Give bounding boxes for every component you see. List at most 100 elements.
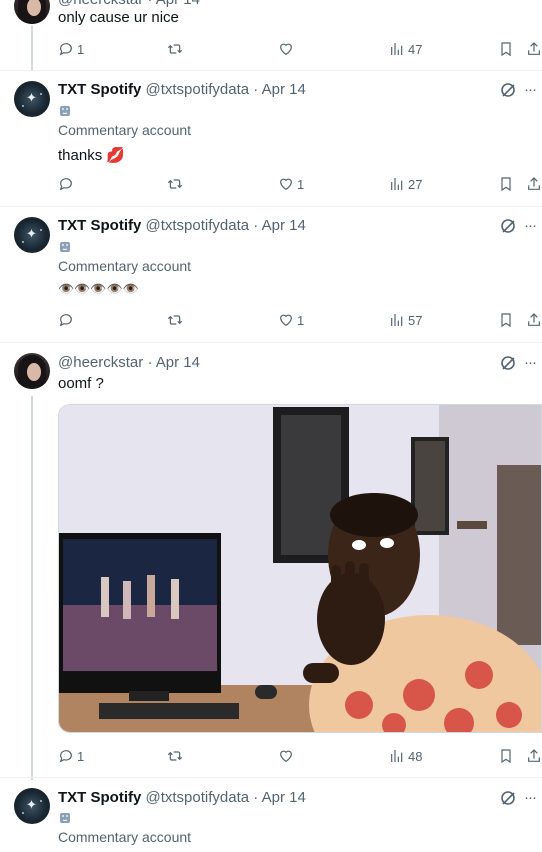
grok-icon[interactable] xyxy=(500,355,516,371)
share-button[interactable] xyxy=(526,311,542,329)
views-button[interactable]: 27 xyxy=(389,175,422,193)
like-count: 1 xyxy=(297,312,305,328)
like-button[interactable]: 1 xyxy=(278,311,304,329)
bookmark-button[interactable] xyxy=(498,747,514,765)
tweet-top-icons: ··· xyxy=(500,217,542,235)
tweet-handle[interactable]: @heerckstar xyxy=(58,354,143,371)
views-button[interactable]: 47 xyxy=(389,40,422,58)
views-button[interactable]: 48 xyxy=(389,747,422,765)
tweet-text: 👁️👁️👁️👁️👁️ xyxy=(58,281,139,296)
avatar[interactable]: ✦ xyxy=(14,217,50,253)
tweet-handle[interactable]: @txtspotifydata xyxy=(146,789,250,806)
tweet-date[interactable]: · Apr 14 xyxy=(253,789,306,806)
commentary-label: Commentary account xyxy=(58,258,192,274)
display-name[interactable]: TXT Spotify xyxy=(58,81,141,98)
more-icon[interactable]: ··· xyxy=(524,217,537,234)
share-button[interactable] xyxy=(526,175,542,193)
tweet-header: TXT Spotify @txtspotifydata · Apr 14 xyxy=(58,81,306,99)
heart-icon xyxy=(280,314,292,327)
retweet-icon xyxy=(167,179,183,189)
views-icon xyxy=(391,750,403,762)
reply-count: 1 xyxy=(77,41,85,57)
retweet-icon xyxy=(167,751,183,761)
reply-icon xyxy=(59,750,72,763)
grok-icon[interactable] xyxy=(500,218,516,234)
thread-line xyxy=(31,396,33,780)
share-icon xyxy=(528,177,540,190)
reply-button[interactable]: 1 xyxy=(58,40,84,58)
tweet-top-icons: ··· xyxy=(500,789,542,807)
commentary-badge-icon xyxy=(60,106,70,116)
tweet-handle[interactable]: @txtspotifydata xyxy=(146,217,250,234)
more-icon[interactable]: ··· xyxy=(524,789,537,806)
tweet-handle[interactable]: @txtspotifydata xyxy=(146,81,250,98)
divider xyxy=(0,342,542,343)
share-icon xyxy=(528,42,540,55)
like-button[interactable] xyxy=(278,747,297,765)
like-button[interactable]: 1 xyxy=(278,175,304,193)
commentary-badge-icon xyxy=(60,813,70,823)
thread-line xyxy=(31,26,33,70)
tweet-header: @heerckstar · Apr 14 xyxy=(58,354,200,372)
share-button[interactable] xyxy=(526,40,542,58)
display-name[interactable]: TXT Spotify xyxy=(58,217,141,234)
commentary-badge-icon xyxy=(60,242,70,252)
share-button[interactable] xyxy=(526,747,542,765)
reply-icon xyxy=(59,314,72,327)
like-button[interactable] xyxy=(278,40,297,58)
bookmark-button[interactable] xyxy=(498,311,514,329)
more-icon[interactable]: ··· xyxy=(524,81,537,98)
bookmark-button[interactable] xyxy=(498,40,514,58)
bookmark-button[interactable] xyxy=(498,175,514,193)
retweet-button[interactable] xyxy=(167,311,183,329)
shocked-man-photo xyxy=(59,405,541,732)
tweet-header: TXT Spotify @txtspotifydata · Apr 14 xyxy=(58,789,306,807)
retweet-button[interactable] xyxy=(167,40,183,58)
reply-button[interactable]: 1 xyxy=(58,747,84,765)
commentary-label: Commentary account xyxy=(58,122,192,138)
reply-icon xyxy=(59,43,72,56)
grok-icon[interactable] xyxy=(500,82,516,98)
reply-icon xyxy=(59,178,72,191)
commentary-label: Commentary account xyxy=(58,829,192,845)
bookmark-icon xyxy=(501,42,511,57)
tweet-date[interactable]: · Apr 14 xyxy=(253,81,306,98)
reply-count: 1 xyxy=(77,748,85,764)
tweet-top-icons: ··· xyxy=(500,354,542,372)
divider xyxy=(0,777,542,778)
display-name[interactable]: TXT Spotify xyxy=(58,789,141,806)
divider xyxy=(0,206,542,207)
views-count: 48 xyxy=(408,748,423,764)
tweet-media-image[interactable] xyxy=(58,404,542,733)
heart-icon xyxy=(280,43,292,56)
avatar[interactable] xyxy=(14,0,50,24)
reply-button[interactable] xyxy=(58,311,77,329)
heart-icon xyxy=(280,750,292,763)
retweet-icon xyxy=(167,315,183,325)
avatar[interactable] xyxy=(14,353,50,389)
bookmark-icon xyxy=(501,749,511,764)
tweet-text: thanks 💋 xyxy=(58,147,126,164)
like-count: 1 xyxy=(297,176,305,192)
grok-icon[interactable] xyxy=(500,790,516,806)
tweet-handle[interactable]: @heerckstar · Apr 14 xyxy=(58,0,200,8)
retweet-button[interactable] xyxy=(167,175,183,193)
tweet-header: TXT Spotify @txtspotifydata · Apr 14 xyxy=(58,217,306,235)
avatar[interactable]: ✦ xyxy=(14,788,50,824)
tweet-date[interactable]: · Apr 14 xyxy=(147,354,200,371)
tweet-text: only cause ur nice xyxy=(58,9,179,26)
more-icon[interactable]: ··· xyxy=(524,354,537,371)
views-button[interactable]: 57 xyxy=(389,311,422,329)
views-icon xyxy=(391,178,403,190)
tweet-text: oomf ? xyxy=(58,375,104,392)
share-icon xyxy=(528,313,540,326)
bookmark-icon xyxy=(501,313,511,328)
reply-button[interactable] xyxy=(58,175,77,193)
views-count: 27 xyxy=(408,176,423,192)
retweet-button[interactable] xyxy=(167,747,183,765)
avatar[interactable]: ✦ xyxy=(14,81,50,117)
views-count: 57 xyxy=(408,312,423,328)
heart-icon xyxy=(280,178,292,191)
retweet-icon xyxy=(167,44,183,54)
tweet-date[interactable]: · Apr 14 xyxy=(253,217,306,234)
